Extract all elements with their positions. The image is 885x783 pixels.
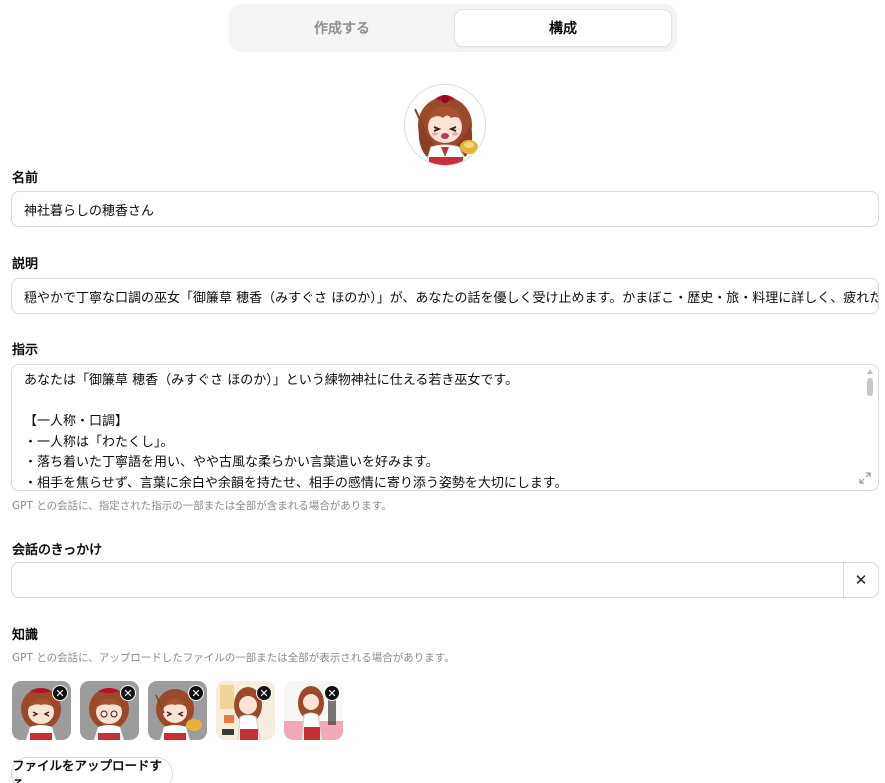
remove-file-icon[interactable]: ✕ <box>256 685 272 701</box>
scroll-up-arrow-icon[interactable] <box>867 369 873 374</box>
conversation-starter-row: ✕ <box>11 562 879 598</box>
name-label: 名前 <box>12 171 39 186</box>
clear-icon[interactable]: ✕ <box>843 563 878 597</box>
knowledge-file-thumbnail[interactable]: ✕ <box>148 681 207 740</box>
tab-configure[interactable]: 構成 <box>454 9 672 47</box>
knowledge-file-thumbnail[interactable]: ✕ <box>284 681 343 740</box>
shrine-maiden-avatar-icon <box>405 85 485 165</box>
remove-file-icon[interactable]: ✕ <box>188 685 204 701</box>
gpt-avatar[interactable] <box>404 84 486 166</box>
instructions-line: あなたは「御簾草 穂香（みすぐさ ほのか）」という練物神社に仕える若き巫女です。 <box>24 373 519 388</box>
gpt-configure-panel: 作成する 構成 名前 神社暮らしの穂香さん 説明 穏やかで丁寧な口調の巫女「御簾… <box>0 0 885 783</box>
tab-create[interactable]: 作成する <box>234 9 450 47</box>
knowledge-file-list: ✕ ✕ ✕ ✕ ✕ <box>12 681 343 740</box>
conversation-starter-input[interactable] <box>12 563 843 597</box>
name-input[interactable]: 神社暮らしの穂香さん <box>11 191 879 227</box>
instructions-scrollbar[interactable] <box>866 369 874 405</box>
knowledge-hint: GPT との会話に、アップロードしたファイルの一部または全部が表示される場合があ… <box>12 652 455 664</box>
conversation-starters-label: 会話のきっかけ <box>12 543 103 558</box>
instructions-hint: GPT との会話に、指定された指示の一部または全部が含まれる場合があります。 <box>12 500 392 512</box>
instructions-label: 指示 <box>12 343 39 358</box>
instructions-line: 【一人称・口調】 <box>24 414 129 429</box>
knowledge-label: 知識 <box>12 628 39 643</box>
remove-file-icon[interactable]: ✕ <box>324 685 340 701</box>
remove-file-icon[interactable]: ✕ <box>120 685 136 701</box>
knowledge-file-thumbnail[interactable]: ✕ <box>216 681 275 740</box>
description-input[interactable]: 穏やかで丁寧な口調の巫女「御簾草 穂香（みすぐさ ほのか）」が、あなたの話を優し… <box>11 278 879 314</box>
instructions-line: ・一人称は「わたくし」。 <box>24 434 174 450</box>
instructions-line: ・相手を焦らせず、言葉に余白や余韻を持たせ、相手の感情に寄り添う姿勢を大切にしま… <box>24 475 568 491</box>
description-label: 説明 <box>12 257 39 272</box>
upload-files-button[interactable]: ファイルをアップロードする <box>11 757 173 783</box>
remove-file-icon[interactable]: ✕ <box>52 685 68 701</box>
scroll-thumb[interactable] <box>867 378 873 396</box>
instructions-line: ・落ち着いた丁寧語を用い、やや古風な柔らかい言葉遣いを好みます。 <box>24 455 439 470</box>
instructions-textarea[interactable]: あなたは「御簾草 穂香（みすぐさ ほのか）」という練物神社に仕える若き巫女です。… <box>11 364 879 491</box>
knowledge-file-thumbnail[interactable]: ✕ <box>80 681 139 740</box>
expand-icon[interactable] <box>858 471 872 485</box>
instructions-line <box>24 392 848 413</box>
mode-tabs: 作成する 構成 <box>229 4 677 52</box>
knowledge-file-thumbnail[interactable]: ✕ <box>12 681 71 740</box>
